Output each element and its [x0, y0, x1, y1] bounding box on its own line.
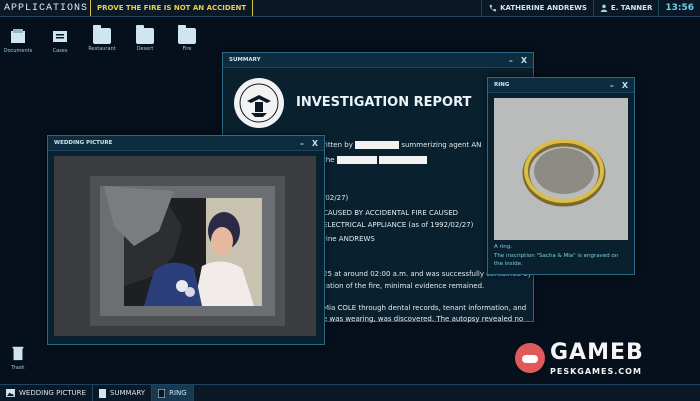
- report-line: e was wearing, was discovered. The autop…: [323, 315, 524, 323]
- contact-name: KATHERINE ANDREWS: [500, 4, 587, 12]
- close-button[interactable]: X: [312, 139, 318, 148]
- task-label: WEDDING PICTURE: [19, 389, 86, 397]
- wedding-photo: [54, 156, 316, 336]
- ring-titlebar[interactable]: RING – X: [488, 78, 634, 93]
- ring-window[interactable]: RING – X A ring. The inscription "Sacha &…: [487, 77, 635, 275]
- user-button[interactable]: E. TANNER: [592, 0, 658, 16]
- desktop-icon-fire[interactable]: Fire: [169, 25, 205, 52]
- task-label: RING: [169, 389, 187, 397]
- contact-button[interactable]: KATHERINE ANDREWS: [481, 0, 593, 16]
- ring-inscription: The inscription "Sacha & Mia" is engrave…: [494, 253, 619, 267]
- cases-icon: [53, 31, 67, 42]
- desktop-icon-cases[interactable]: Cases: [42, 28, 78, 54]
- agency-seal-icon: [234, 78, 284, 128]
- close-button[interactable]: X: [521, 56, 527, 65]
- report-line: ritten by summerizing agent AN: [323, 141, 482, 149]
- minimize-button[interactable]: –: [300, 139, 304, 148]
- desktop-icon-documents[interactable]: Documents: [0, 28, 36, 54]
- desktop-icon-desert[interactable]: Desert: [127, 25, 163, 52]
- desktop-icon-trash[interactable]: Trash: [0, 345, 36, 371]
- desktop-icon-label: Cases: [52, 48, 68, 54]
- wedding-photo-frame: [54, 156, 316, 336]
- report-line: Mia COLE through dental records, tenant …: [323, 304, 527, 312]
- desktop-icon-label: Desert: [136, 46, 154, 52]
- close-button[interactable]: X: [622, 81, 628, 90]
- folder-icon: [178, 25, 196, 44]
- top-bar: APPLICATIONS Prove the fire is not an ac…: [0, 0, 700, 17]
- ring-photo: [494, 98, 628, 240]
- user-name: E. TANNER: [610, 4, 653, 12]
- clock: 13:56: [658, 0, 700, 16]
- minimize-button[interactable]: –: [610, 81, 614, 90]
- wedding-title: WEDDING PICTURE: [54, 140, 113, 146]
- summary-title: SUMMARY: [229, 57, 261, 63]
- desktop-icon-label: Documents: [3, 48, 33, 54]
- summary-titlebar[interactable]: SUMMARY – X: [223, 53, 533, 68]
- phone-icon: [489, 4, 497, 11]
- ring-caption: A ring.: [494, 244, 513, 250]
- gamepad-icon: [515, 343, 545, 373]
- image-icon: [6, 389, 15, 397]
- folder-icon: [93, 25, 111, 44]
- watermark-brand: GAMEB: [550, 340, 644, 365]
- task-ring[interactable]: RING: [152, 385, 194, 401]
- applications-menu[interactable]: APPLICATIONS: [0, 3, 90, 14]
- report-line: ELECTRICAL APPLIANCE (as of 1992/02/27): [323, 221, 474, 229]
- report-line: /02/27): [323, 194, 349, 202]
- report-line: CAUSED BY ACCIDENTAL FIRE CAUSED: [323, 209, 459, 217]
- desktop-icon-label: Fire: [182, 46, 192, 52]
- task-wedding-picture[interactable]: WEDDING PICTURE: [0, 385, 93, 401]
- ring-title: RING: [494, 82, 510, 88]
- task-label: SUMMARY: [109, 389, 146, 397]
- taskbar: WEDDING PICTURE SUMMARY RING: [0, 384, 700, 401]
- trash-icon: [12, 346, 24, 361]
- top-right-status: KATHERINE ANDREWS E. TANNER 13:56: [481, 0, 700, 16]
- documents-icon: [11, 29, 25, 43]
- watermark-url: PESKGAMES.COM: [550, 367, 642, 376]
- folder-icon: [136, 25, 154, 44]
- report-heading: INVESTIGATION REPORT: [296, 95, 472, 110]
- wedding-picture-window[interactable]: WEDDING PICTURE – X: [47, 135, 325, 345]
- desktop-icon-restaurant[interactable]: Restaurant: [84, 25, 120, 52]
- image-icon: [158, 388, 166, 398]
- wedding-titlebar[interactable]: WEDDING PICTURE – X: [48, 136, 324, 151]
- user-icon: [600, 4, 608, 12]
- report-line: the: [323, 156, 427, 164]
- minimize-button[interactable]: –: [509, 56, 513, 65]
- report-line: rine ANDREWS: [323, 235, 375, 243]
- document-icon: [98, 388, 106, 398]
- task-summary[interactable]: SUMMARY: [93, 385, 153, 401]
- watermark-logo: GAMEB PESKGAMES.COM: [514, 340, 684, 380]
- desktop-icon-label: Trash: [11, 365, 25, 371]
- desktop-icon-label: Restaurant: [88, 46, 116, 52]
- objective-label: Prove the fire is not an accident: [90, 0, 254, 16]
- report-line: ration of the fire, minimal evidence rem…: [323, 282, 485, 290]
